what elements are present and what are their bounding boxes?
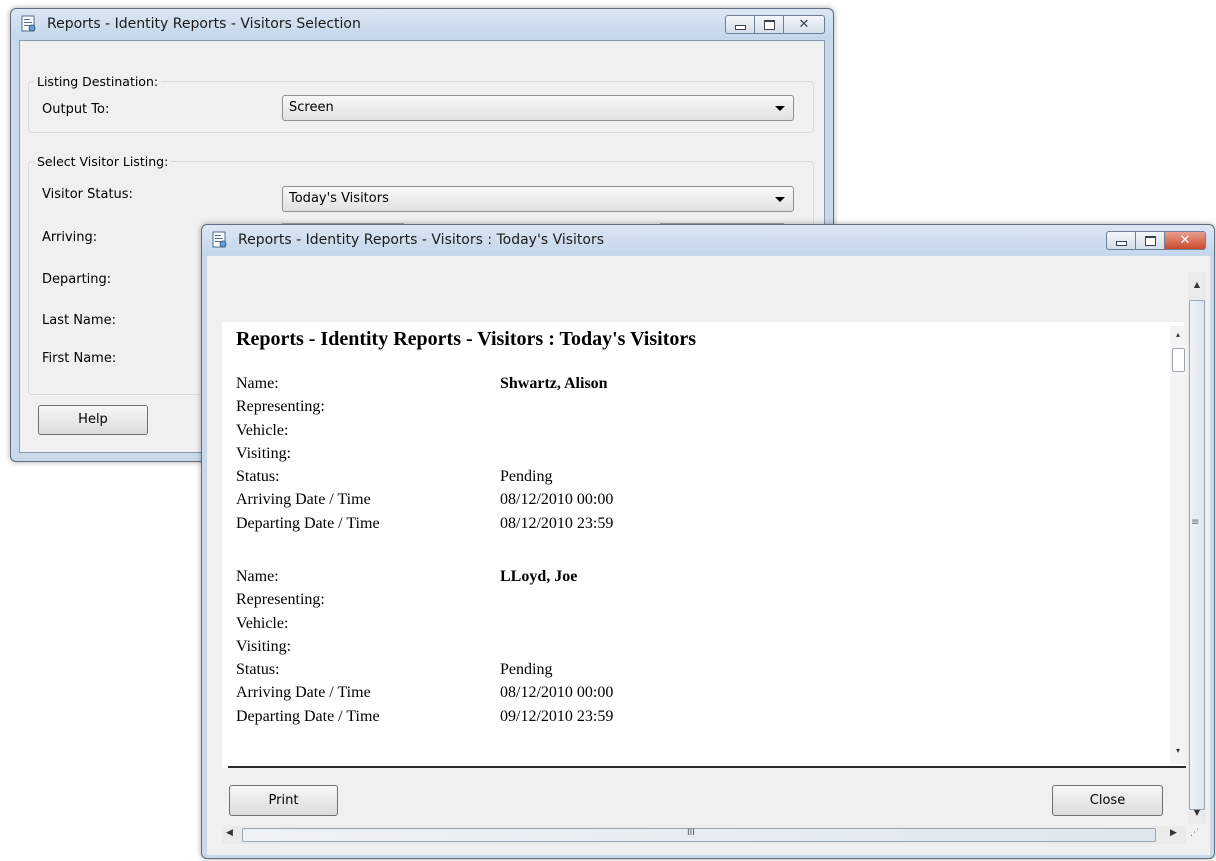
report-divider [228, 766, 1186, 768]
vehicle-label: Vehicle: [236, 421, 289, 439]
visitor-status: Pending [500, 468, 553, 486]
maximize-button[interactable] [755, 15, 784, 34]
scroll-grip-icon: ≡ [1191, 517, 1200, 528]
maximize-button[interactable] [1136, 231, 1165, 250]
report-scroll-thumb[interactable] [1172, 348, 1185, 372]
resize-grip-icon[interactable]: ⋰ [1190, 828, 1199, 838]
minimize-button[interactable] [725, 15, 755, 34]
visitor-status-label: Visitor Status: [42, 187, 133, 202]
output-to-dropdown[interactable]: Screen [282, 95, 794, 121]
selection-window-title: Reports - Identity Reports - Visitors Se… [47, 16, 361, 32]
visitor-status: Pending [500, 661, 553, 679]
selection-window-controls: ✕ [725, 15, 825, 34]
representing-label: Representing: [236, 398, 325, 416]
chevron-down-icon [775, 197, 785, 202]
scroll-down-arrow-icon[interactable]: ▼ [1189, 808, 1205, 817]
visiting-label: Visiting: [236, 637, 292, 655]
visitor-name: LLoyd, Joe [500, 568, 578, 585]
first-name-label: First Name: [42, 351, 117, 366]
maximize-icon [1144, 235, 1156, 246]
visitor-listing-label: Select Visitor Listing: [34, 154, 172, 169]
visiting-label: Visiting: [236, 444, 292, 462]
horizontal-scrollbar[interactable]: ◀ III ▶ [222, 826, 1186, 844]
close-button[interactable]: ✕ [784, 15, 825, 34]
scroll-up-arrow-icon[interactable]: ▲ [1189, 280, 1205, 289]
minimize-icon [734, 25, 746, 30]
print-button[interactable]: Print [229, 785, 338, 816]
report-document-icon [21, 15, 36, 32]
close-button[interactable]: ✕ [1165, 231, 1206, 250]
last-name-label: Last Name: [42, 313, 116, 328]
name-label: Name: [236, 375, 279, 392]
departing-label: Departing: [42, 272, 112, 287]
help-button[interactable]: Help [38, 405, 148, 435]
report-window-title: Reports - Identity Reports - Visitors : … [238, 232, 605, 248]
departing-datetime-label: Departing Date / Time [236, 707, 380, 725]
scroll-right-arrow-icon[interactable]: ▶ [1170, 828, 1177, 838]
vehicle-label: Vehicle: [236, 614, 289, 632]
visitor-status-value: Today's Visitors [289, 191, 389, 206]
minimize-icon [1115, 241, 1127, 246]
representing-label: Representing: [236, 591, 325, 609]
status-label: Status: [236, 661, 280, 679]
name-label: Name: [236, 568, 279, 585]
report-vertical-scrollbar[interactable]: ▴ ▾ [1170, 326, 1186, 764]
visitor-name: Shwartz, Alison [500, 375, 608, 392]
outer-scroll-thumb[interactable] [1189, 300, 1205, 810]
report-content: Reports - Identity Reports - Visitors : … [222, 322, 1184, 768]
scroll-down-arrow-icon[interactable]: ▾ [1170, 746, 1186, 755]
close-icon: ✕ [1179, 233, 1191, 248]
report-heading: Reports - Identity Reports - Visitors : … [236, 328, 697, 350]
status-label: Status: [236, 468, 280, 486]
arriving-datetime: 08/12/2010 00:00 [500, 491, 614, 509]
output-to-value: Screen [289, 100, 334, 115]
departing-datetime-label: Departing Date / Time [236, 514, 380, 532]
visitor-record: Name: Shwartz, Alison Representing: Vehic… [236, 372, 936, 535]
arriving-label: Arriving: [42, 230, 98, 245]
chevron-down-icon [775, 106, 785, 111]
selection-title-bar[interactable]: Reports - Identity Reports - Visitors Se… [11, 9, 833, 39]
arriving-datetime-label: Arriving Date / Time [236, 491, 371, 509]
departing-datetime: 09/12/2010 23:59 [500, 707, 614, 725]
outer-vertical-scrollbar[interactable]: ▲ ≡ ▼ [1188, 272, 1206, 824]
scroll-up-arrow-icon[interactable]: ▴ [1170, 330, 1186, 339]
close-report-button[interactable]: Close [1052, 785, 1163, 816]
scroll-grip-icon: III [687, 828, 695, 838]
visitor-record: Name: LLoyd, Joe Representing: Vehicle: V… [236, 565, 936, 728]
arriving-datetime-label: Arriving Date / Time [236, 684, 371, 702]
listing-destination-label: Listing Destination: [34, 74, 162, 89]
report-window-controls: ✕ [1106, 231, 1206, 250]
report-title-bar[interactable]: Reports - Identity Reports - Visitors : … [202, 225, 1214, 255]
minimize-button[interactable] [1106, 231, 1136, 250]
arriving-datetime: 08/12/2010 00:00 [500, 684, 614, 702]
maximize-icon [763, 19, 775, 30]
scroll-left-arrow-icon[interactable]: ◀ [226, 828, 233, 838]
departing-datetime: 08/12/2010 23:59 [500, 514, 614, 532]
visitor-status-dropdown[interactable]: Today's Visitors [282, 186, 794, 212]
close-icon: ✕ [798, 17, 810, 32]
output-to-label: Output To: [42, 102, 110, 117]
horizontal-scroll-thumb[interactable]: III [242, 828, 1156, 842]
report-document-icon [212, 231, 227, 248]
